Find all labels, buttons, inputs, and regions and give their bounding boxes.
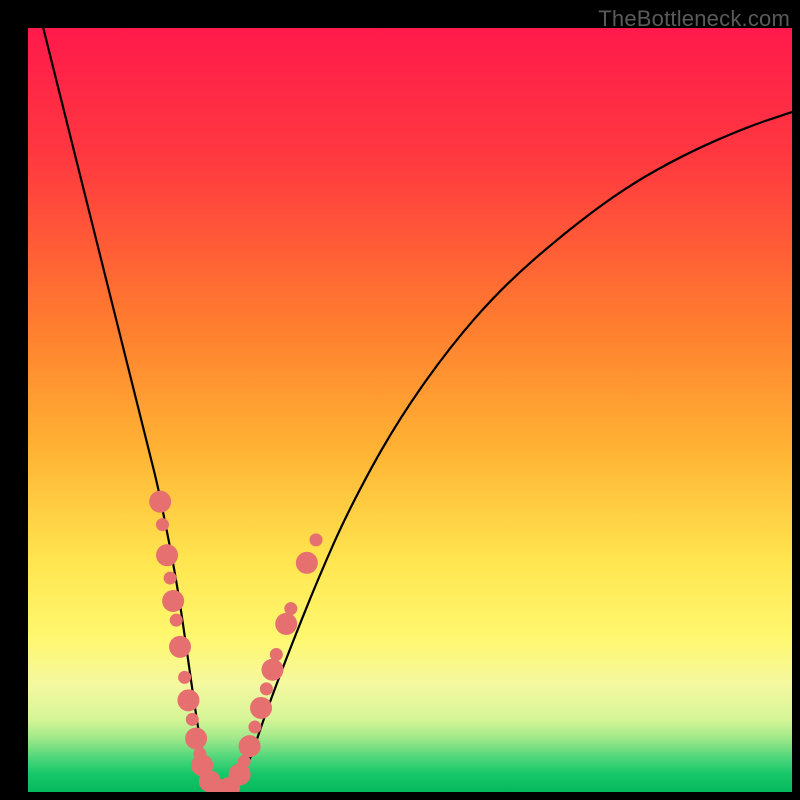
marker-dot xyxy=(248,721,261,734)
marker-dot xyxy=(250,697,272,719)
plot-area xyxy=(28,28,792,792)
marker-dot xyxy=(162,590,184,612)
marker-dot xyxy=(185,728,207,750)
marker-dot xyxy=(149,491,171,513)
marker-dot xyxy=(156,544,178,566)
watermark-label: TheBottleneck.com xyxy=(598,6,790,32)
marker-dot xyxy=(169,636,191,658)
marker-dot xyxy=(275,613,297,635)
gradient-background xyxy=(28,28,792,792)
marker-dot xyxy=(270,648,283,661)
marker-dot xyxy=(239,735,261,757)
marker-dot xyxy=(284,602,297,615)
marker-dot xyxy=(177,689,199,711)
marker-dot xyxy=(186,713,199,726)
marker-dot xyxy=(170,614,183,627)
chart-svg xyxy=(28,28,792,792)
chart-stage: TheBottleneck.com xyxy=(0,0,800,800)
marker-dot xyxy=(260,682,273,695)
marker-dot xyxy=(178,671,191,684)
marker-dot xyxy=(310,533,323,546)
marker-dot xyxy=(296,552,318,574)
marker-dot xyxy=(156,518,169,531)
marker-dot xyxy=(164,572,177,585)
marker-dot xyxy=(261,659,283,681)
